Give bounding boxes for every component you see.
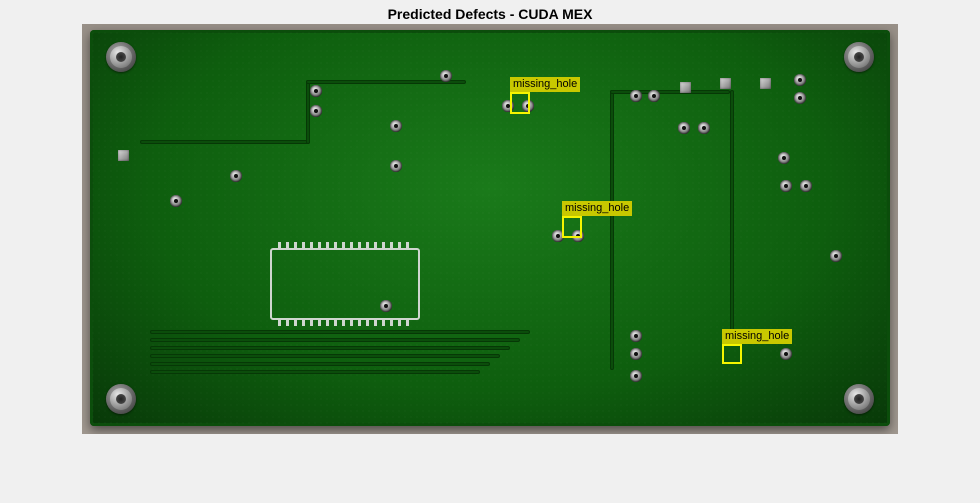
- mount-hole-tr: [844, 42, 874, 72]
- mount-hole-br: [844, 384, 874, 414]
- detection-bbox[interactable]: missing_hole: [562, 216, 582, 238]
- pcb-board: [90, 30, 890, 426]
- figure-window: Predicted Defects - CUDA MEX: [0, 0, 980, 503]
- detection-label: missing_hole: [562, 201, 632, 216]
- detection-bbox[interactable]: missing_hole: [510, 92, 530, 114]
- ic-silkscreen: [270, 248, 420, 320]
- detection-bbox[interactable]: missing_hole: [722, 344, 742, 364]
- axes-image-area[interactable]: missing_holemissing_holemissing_hole: [82, 24, 898, 434]
- figure-title: Predicted Defects - CUDA MEX: [388, 6, 593, 22]
- detection-label: missing_hole: [722, 329, 792, 344]
- mount-hole-bl: [106, 384, 136, 414]
- detection-label: missing_hole: [510, 77, 580, 92]
- mount-hole-tl: [106, 42, 136, 72]
